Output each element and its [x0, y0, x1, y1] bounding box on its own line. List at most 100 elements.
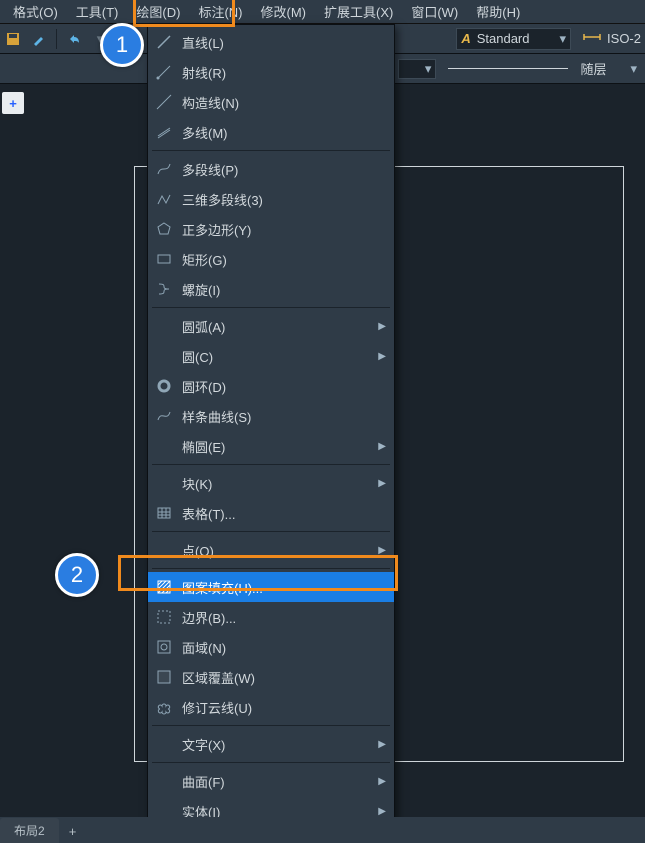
- menu-item-label: 表格(T)...: [176, 504, 386, 523]
- submenu-arrow-icon: ▶: [378, 806, 386, 817]
- menu-item-label: 边界(B)...: [176, 608, 386, 627]
- menu-item-label: 圆弧(A): [176, 317, 378, 336]
- submenu-arrow-icon: ▶: [378, 776, 386, 787]
- menu-item-helix[interactable]: 螺旋(I): [148, 274, 394, 304]
- menu-item-circle[interactable]: 圆(C)▶: [148, 341, 394, 371]
- wipeout-icon: [152, 669, 176, 685]
- menu-item-label: 样条曲线(S): [176, 407, 386, 426]
- menu-item-label: 文字(X): [176, 735, 378, 754]
- menu-separator: [152, 725, 390, 726]
- menu-item-donut[interactable]: 圆环(D): [148, 371, 394, 401]
- separator: [56, 29, 57, 49]
- menu-separator: [152, 531, 390, 532]
- menu-item-wipeout[interactable]: 区域覆盖(W): [148, 662, 394, 692]
- text-style-label: Standard: [477, 31, 530, 46]
- menu-item-pline3d[interactable]: 三维多段线(3): [148, 184, 394, 214]
- save-icon[interactable]: [3, 29, 23, 49]
- layout-tab[interactable]: 布局2: [0, 818, 59, 843]
- pline-icon: [152, 161, 176, 177]
- menu-item-label: 直线(L): [176, 33, 386, 52]
- menu-item-xline[interactable]: 构造线(N): [148, 87, 394, 117]
- menu-window[interactable]: 窗口(W): [402, 0, 467, 24]
- submenu-arrow-icon: ▶: [378, 545, 386, 556]
- menu-item-label: 多线(M): [176, 123, 386, 142]
- dim-icon: [583, 30, 601, 47]
- menu-item-table[interactable]: 表格(T)...: [148, 498, 394, 528]
- submenu-arrow-icon: ▶: [378, 351, 386, 362]
- menu-item-label: 圆环(D): [176, 377, 386, 396]
- line-icon: [152, 34, 176, 50]
- linetype-preview-icon: [448, 68, 568, 69]
- region-icon: [152, 639, 176, 655]
- menu-bar: 格式(O) 工具(T) 绘图(D) 标注(N) 修改(M) 扩展工具(X) 窗口…: [0, 0, 645, 24]
- menu-help[interactable]: 帮助(H): [467, 0, 529, 24]
- polygon-icon: [152, 221, 176, 237]
- menu-extensions[interactable]: 扩展工具(X): [315, 0, 402, 24]
- hatch-icon: [152, 579, 176, 595]
- menu-item-hatch[interactable]: 图案填充(H)...: [148, 572, 394, 602]
- donut-icon: [152, 378, 176, 394]
- menu-item-line[interactable]: 直线(L): [148, 27, 394, 57]
- layout-tabs: 布局2 +: [0, 817, 645, 843]
- menu-item-label: 矩形(G): [176, 250, 386, 269]
- menu-item-label: 三维多段线(3): [176, 190, 386, 209]
- menu-item-mline[interactable]: 多线(M): [148, 117, 394, 147]
- undo-icon[interactable]: [64, 29, 84, 49]
- linetype-label: 随层: [580, 59, 606, 78]
- menu-item-point[interactable]: 点(O)▶: [148, 535, 394, 565]
- brush-icon[interactable]: [29, 29, 49, 49]
- menu-draw[interactable]: 绘图(D): [127, 0, 189, 24]
- rect-icon: [152, 251, 176, 267]
- spline-icon: [152, 408, 176, 424]
- menu-separator: [152, 307, 390, 308]
- menu-item-revcloud[interactable]: 修订云线(U): [148, 692, 394, 722]
- menu-item-block[interactable]: 块(K)▶: [148, 468, 394, 498]
- menu-item-label: 正多边形(Y): [176, 220, 386, 239]
- menu-item-label: 图案填充(H)...: [176, 578, 386, 597]
- menu-item-text[interactable]: 文字(X)▶: [148, 729, 394, 759]
- left-palette: +: [2, 92, 28, 114]
- menu-item-surface[interactable]: 曲面(F)▶: [148, 766, 394, 796]
- new-tab-button[interactable]: +: [2, 92, 24, 114]
- menu-item-label: 块(K): [176, 474, 378, 493]
- menu-item-label: 曲面(F): [176, 772, 378, 791]
- pline3d-icon: [152, 191, 176, 207]
- menu-separator: [152, 150, 390, 151]
- menu-tools[interactable]: 工具(T): [67, 0, 128, 24]
- menu-item-label: 螺旋(I): [176, 280, 386, 299]
- submenu-arrow-icon: ▶: [378, 441, 386, 452]
- boundary-icon: [152, 609, 176, 625]
- menu-item-ray[interactable]: 射线(R): [148, 57, 394, 87]
- menu-item-label: 修订云线(U): [176, 698, 386, 717]
- submenu-arrow-icon: ▶: [378, 739, 386, 750]
- menu-item-label: 椭圆(E): [176, 437, 378, 456]
- menu-item-polygon[interactable]: 正多边形(Y): [148, 214, 394, 244]
- menu-item-label: 多段线(P): [176, 160, 386, 179]
- mline-icon: [152, 124, 176, 140]
- menu-modify[interactable]: 修改(M): [251, 0, 315, 24]
- menu-item-label: 点(O): [176, 541, 378, 560]
- menu-item-label: 构造线(N): [176, 93, 386, 112]
- xline-icon: [152, 94, 176, 110]
- menu-item-spline[interactable]: 样条曲线(S): [148, 401, 394, 431]
- menu-item-region[interactable]: 面域(N): [148, 632, 394, 662]
- dim-style-selector[interactable]: ISO-2: [579, 28, 645, 50]
- add-layout-button[interactable]: +: [61, 820, 85, 843]
- menu-item-boundary[interactable]: 边界(B)...: [148, 602, 394, 632]
- text-style-a-icon: A: [461, 31, 470, 46]
- undo-dropdown-icon[interactable]: ▾: [90, 29, 110, 49]
- linetype-dropdown[interactable]: ▾: [398, 59, 436, 79]
- menu-item-label: 区域覆盖(W): [176, 668, 386, 687]
- menu-format[interactable]: 格式(O): [4, 0, 67, 24]
- menu-item-ellipse[interactable]: 椭圆(E)▶: [148, 431, 394, 461]
- menu-item-pline[interactable]: 多段线(P): [148, 154, 394, 184]
- menu-item-arc[interactable]: 圆弧(A)▶: [148, 311, 394, 341]
- menu-separator: [152, 568, 390, 569]
- text-style-selector[interactable]: A Standard ▾: [456, 28, 571, 50]
- chevron-down-icon[interactable]: ▾: [630, 61, 637, 77]
- dim-style-label: ISO-2: [607, 31, 641, 46]
- revcloud-icon: [152, 699, 176, 715]
- draw-menu-panel: 直线(L) 射线(R) 构造线(N) 多线(M) 多段线(P) 三维多段线(3) 正多边形(…: [147, 24, 395, 829]
- menu-item-rect[interactable]: 矩形(G): [148, 244, 394, 274]
- menu-annotate[interactable]: 标注(N): [189, 0, 251, 24]
